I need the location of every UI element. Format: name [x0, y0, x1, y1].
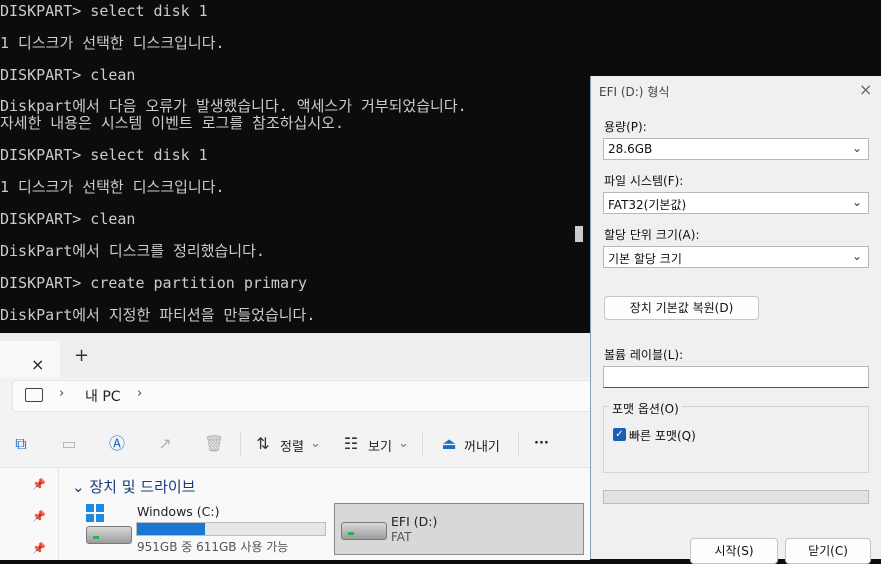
file-explorer-window: × + › 내 PC › ⧉ ▭ Ⓐ ↗ 🗑 ⇅ 정렬 ⌄ ☷ 보기 ⌄ ⏏ 꺼…	[0, 333, 592, 560]
terminal-line: DiskPart에서 디스크를 정리했습니다.	[0, 242, 265, 260]
format-progress-bar	[603, 490, 869, 504]
windows-logo-icon	[86, 504, 104, 522]
drive-usage-bar	[136, 522, 326, 536]
quick-format-checkbox[interactable]: ✓	[613, 428, 626, 441]
volume-label-input[interactable]	[603, 366, 869, 388]
drive-filesystem: FAT	[391, 530, 412, 544]
breadcrumb-this-pc[interactable]: 내 PC	[85, 386, 121, 406]
sort-icon[interactable]: ⇅	[254, 435, 272, 453]
allocation-select[interactable]: 기본 할당 크기 ⌄	[603, 246, 869, 268]
paste-icon[interactable]: ▭	[60, 435, 78, 453]
new-tab-icon[interactable]: +	[74, 345, 89, 366]
tab-this-pc[interactable]: ×	[0, 341, 60, 377]
capacity-value: 28.6GB	[608, 142, 653, 156]
sort-button[interactable]: 정렬	[280, 436, 304, 455]
delete-icon[interactable]: 🗑	[204, 435, 224, 453]
command-bar: ⧉ ▭ Ⓐ ↗ 🗑 ⇅ 정렬 ⌄ ☷ 보기 ⌄ ⏏ 꺼내기 ···	[0, 419, 590, 467]
section-header[interactable]: ⌄ 장치 및 드라이브	[72, 476, 195, 497]
drive-item-d[interactable]: EFI (D:) FAT	[334, 503, 584, 555]
drive-icon	[86, 526, 132, 544]
rename-icon[interactable]: Ⓐ	[108, 435, 126, 453]
start-button[interactable]: 시작(S)	[690, 538, 778, 564]
terminal-line: 1 디스크가 선택한 디스크입니다.	[0, 178, 225, 196]
drive-name: EFI (D:)	[391, 514, 438, 529]
chevron-down-icon[interactable]: ⌄	[398, 436, 409, 451]
capacity-select[interactable]: 28.6GB ⌄	[603, 138, 869, 160]
quick-format-label[interactable]: 빠른 포맷(Q)	[629, 427, 696, 444]
close-button[interactable]: 닫기(C)	[785, 538, 871, 564]
eject-icon[interactable]: ⏏	[440, 435, 458, 453]
drive-icon	[341, 522, 387, 540]
close-icon[interactable]: ×	[31, 355, 44, 374]
filesystem-value: FAT32(기본값)	[608, 198, 687, 212]
toolbar-divider	[422, 431, 423, 457]
tab-bar: × +	[0, 333, 590, 377]
chevron-down-icon: ⌄	[851, 249, 862, 263]
allocation-value: 기본 할당 크기	[608, 252, 682, 266]
view-button[interactable]: 보기	[368, 436, 392, 455]
terminal-line: DiskPart에서 지정한 파티션을 만들었습니다.	[0, 306, 316, 324]
content-area: 📌 📌 📌 ⌄ 장치 및 드라이브 Windows (C:) 951GB 중 6…	[0, 467, 590, 560]
dialog-title: EFI (D:) 형식	[599, 85, 670, 99]
navigation-pane[interactable]: 📌 📌 📌	[0, 468, 59, 560]
allocation-label: 할당 단위 크기(A):	[604, 228, 700, 242]
more-options-icon[interactable]: ···	[534, 436, 549, 451]
terminal-line: DISKPART> create partition primary	[0, 274, 308, 292]
terminal-line: DISKPART> clean	[0, 210, 136, 228]
drive-name: Windows (C:)	[137, 504, 220, 519]
section-title: 장치 및 드라이브	[89, 478, 196, 496]
terminal-line: DISKPART> clean	[0, 66, 136, 84]
address-bar[interactable]: › 내 PC ›	[12, 380, 592, 412]
terminal-line: DISKPART> select disk 1	[0, 146, 208, 164]
copy-icon[interactable]: ⧉	[12, 435, 30, 453]
restore-defaults-button[interactable]: 장치 기본값 복원(D)	[604, 296, 759, 320]
chevron-right-icon[interactable]: ›	[59, 386, 64, 401]
terminal-cursor	[575, 226, 583, 242]
format-dialog: EFI (D:) 형식 × 용량(P): 28.6GB ⌄ 파일 시스템(F):…	[590, 76, 881, 564]
format-options-title: 포맷 옵션(O)	[609, 400, 682, 417]
drive-usage-fill	[137, 523, 205, 535]
volume-label: 볼륨 레이블(L):	[604, 348, 684, 362]
chevron-down-icon: ⌄	[851, 141, 862, 155]
chevron-down-icon: ⌄	[851, 195, 862, 209]
drive-item-c[interactable]: Windows (C:) 951GB 중 611GB 사용 가능	[84, 504, 328, 554]
share-icon[interactable]: ↗	[156, 435, 174, 453]
filesystem-label: 파일 시스템(F):	[604, 174, 684, 188]
terminal-line: DISKPART> select disk 1	[0, 2, 208, 20]
chevron-right-icon[interactable]: ›	[137, 386, 142, 401]
toolbar-divider	[240, 431, 241, 457]
terminal-line: 1 디스크가 선택한 디스크입니다.	[0, 34, 225, 52]
eject-button[interactable]: 꺼내기	[464, 436, 500, 455]
toolbar-divider	[518, 431, 519, 457]
pin-icon[interactable]: 📌	[32, 510, 46, 523]
pin-icon[interactable]: 📌	[32, 478, 46, 491]
close-icon[interactable]: ×	[859, 80, 872, 99]
drive-free-space: 951GB 중 611GB 사용 가능	[137, 540, 289, 554]
terminal-line: Diskpart에서 다음 오류가 발생했습니다. 액세스가 거부되었습니다.	[0, 97, 467, 115]
chevron-down-icon[interactable]: ⌄	[310, 436, 321, 451]
monitor-icon	[25, 388, 43, 402]
terminal-line: 자세한 내용은 시스템 이벤트 로그를 참조하십시오.	[0, 114, 344, 132]
capacity-label: 용량(P):	[604, 120, 647, 134]
filesystem-select[interactable]: FAT32(기본값) ⌄	[603, 192, 869, 214]
pin-icon[interactable]: 📌	[32, 542, 46, 555]
view-icon[interactable]: ☷	[342, 435, 360, 453]
